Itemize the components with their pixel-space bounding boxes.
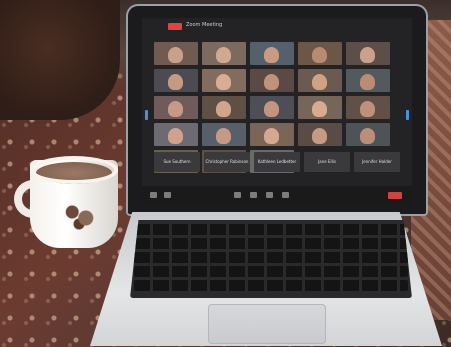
participant-face [216, 47, 231, 63]
laptop-screen: Zoom Meeting Sue Southern Christopher Rob… [142, 18, 412, 206]
video-tile[interactable] [154, 42, 198, 65]
mute-icon[interactable] [150, 192, 157, 198]
participant-face [312, 47, 327, 63]
participant-face [168, 47, 183, 63]
chat-icon[interactable] [266, 192, 273, 198]
prev-page-arrow-icon[interactable] [145, 110, 148, 120]
participant-face [264, 47, 279, 63]
video-tile[interactable] [250, 69, 294, 92]
video-tile[interactable] [346, 96, 390, 119]
mug-rim [30, 156, 118, 184]
participant-face [216, 74, 231, 90]
participant-name: Kathleen Ledbetter [257, 159, 297, 164]
video-gallery-grid [154, 42, 392, 173]
video-tile[interactable] [250, 42, 294, 65]
participant-face [312, 101, 327, 117]
video-tile[interactable] [298, 123, 342, 146]
key-row [134, 224, 408, 235]
participant-face [168, 101, 183, 117]
record-icon[interactable] [282, 192, 289, 198]
participant-face [264, 101, 279, 117]
participant-face [216, 101, 231, 117]
end-meeting-button[interactable] [388, 192, 402, 199]
video-tile[interactable] [250, 123, 294, 146]
participant-name: Sue Southern [163, 159, 191, 164]
video-tile[interactable] [202, 42, 246, 65]
keyboard [130, 220, 412, 298]
participant-face [360, 74, 375, 90]
participants-icon[interactable] [250, 192, 257, 198]
participant-name-tile[interactable]: Jane Ellis [304, 152, 350, 172]
participant-face [360, 128, 375, 144]
participant-name-tile[interactable]: Jennifer Holder [354, 152, 400, 172]
participant-face [264, 74, 279, 90]
video-tile[interactable] [154, 96, 198, 119]
video-tile[interactable] [346, 42, 390, 65]
leather-chair [0, 0, 120, 120]
participant-name: Christopher Robinson [205, 159, 249, 164]
participant-face [312, 128, 327, 144]
meeting-top-bar: Zoom Meeting [142, 18, 412, 36]
participant-name-tile[interactable]: Christopher Robinson [204, 152, 250, 172]
key-row [134, 252, 408, 263]
video-tile[interactable] [154, 69, 198, 92]
live-badge[interactable] [168, 23, 182, 30]
participant-face [360, 101, 375, 117]
video-tile[interactable] [202, 96, 246, 119]
participant-face [360, 47, 375, 63]
key-row [134, 280, 408, 291]
participant-face [216, 128, 231, 144]
participant-face [168, 74, 183, 90]
video-tile[interactable] [202, 123, 246, 146]
trackpad[interactable] [208, 304, 326, 344]
meeting-control-bar [142, 186, 412, 206]
share-icon[interactable] [234, 192, 241, 198]
participant-name-tile[interactable]: Sue Southern [154, 152, 200, 172]
participant-face [168, 128, 183, 144]
video-tile[interactable] [250, 96, 294, 119]
key-row [134, 238, 408, 249]
video-tile[interactable] [202, 69, 246, 92]
photo-scene: Zoom Meeting Sue Southern Christopher Rob… [0, 0, 451, 347]
video-icon[interactable] [164, 192, 171, 198]
participant-face [312, 74, 327, 90]
video-tile[interactable] [298, 42, 342, 65]
video-tile[interactable] [346, 123, 390, 146]
next-page-arrow-icon[interactable] [406, 110, 409, 120]
coffee-mug [14, 150, 118, 250]
participant-face [264, 128, 279, 144]
meeting-title: Zoom Meeting [186, 22, 223, 28]
participant-name-row: Sue Southern Christopher Robinson Kathleen… [154, 152, 404, 174]
video-tile[interactable] [298, 69, 342, 92]
key-row [134, 266, 408, 277]
video-tile[interactable] [154, 123, 198, 146]
video-tile[interactable] [346, 69, 390, 92]
participant-name: Jane Ellis [318, 159, 336, 164]
participant-name-tile[interactable]: Kathleen Ledbetter [254, 152, 300, 172]
mug-motif [62, 200, 96, 230]
participant-name: Jennifer Holder [362, 159, 392, 164]
video-tile[interactable] [298, 96, 342, 119]
